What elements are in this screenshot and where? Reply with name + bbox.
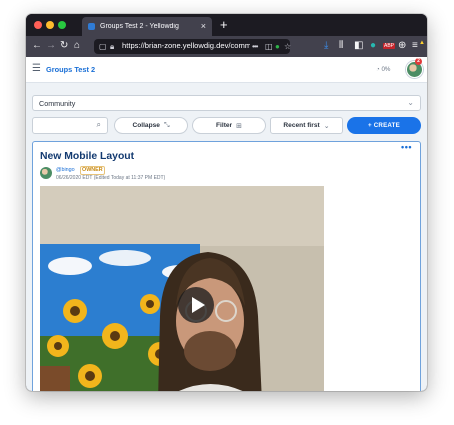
app-header: ☰ Groups Test 2 ◔ 0% 2 (26, 57, 427, 83)
search-icon[interactable]: ⌕ (97, 120, 101, 130)
url-bar[interactable]: ▢ 🔒︎ https://brian-zone.yellowdig.dev/co… (94, 39, 291, 54)
url-text[interactable]: https://brian-zone.yellowdig.dev/communi… (122, 41, 250, 50)
pocket-icon[interactable]: ◫ (265, 41, 273, 52)
community-select[interactable]: Community ⌄ (32, 95, 421, 111)
reload-icon[interactable]: ↻ (60, 40, 68, 52)
video-player[interactable] (40, 186, 324, 391)
chevron-down-icon: ⌄ (323, 122, 330, 130)
tab-strip: Groups Test 2 - Yellowdig × + (26, 14, 427, 36)
filter-button[interactable]: Filter ⊞ (192, 117, 266, 134)
post-more-icon[interactable]: ••• (401, 142, 412, 152)
tab-close-icon[interactable]: × (201, 22, 206, 31)
menu-icon[interactable]: ≡ (412, 40, 418, 52)
browser-tab[interactable]: Groups Test 2 - Yellowdig × (82, 17, 212, 36)
back-arrow-icon[interactable]: ← (32, 40, 42, 52)
lock-icon[interactable]: 🔒︎ (110, 41, 114, 52)
collapse-label: Collapse (132, 122, 160, 129)
filter-icon: ⊞ (236, 122, 242, 130)
progress-text: 0% (381, 66, 391, 73)
yellowdig-favicon-icon (88, 23, 95, 30)
hamburger-icon[interactable]: ☰ (32, 63, 41, 74)
window-minimize-button[interactable] (46, 21, 54, 29)
post-card: ••• New Mobile Layout @bingo OWNER 06/26… (32, 141, 421, 391)
adblock-badge-icon[interactable]: ABP (383, 43, 396, 49)
search-box[interactable]: ⌕ (32, 117, 108, 134)
create-button[interactable]: + CREATE (347, 117, 421, 134)
library-icon[interactable]: ⫴ (339, 40, 343, 52)
home-icon[interactable]: ⌂ (74, 40, 80, 52)
window-close-button[interactable] (34, 21, 42, 29)
sort-select[interactable]: Recent first ⌄ (270, 117, 343, 134)
page-content: ☰ Groups Test 2 ◔ 0% 2 Community ⌄ ⌕ Col… (26, 57, 427, 391)
extension-puzzle-icon[interactable]: ⊕ (398, 40, 406, 52)
play-icon[interactable] (178, 287, 214, 323)
post-title[interactable]: New Mobile Layout (40, 151, 134, 162)
notification-badge[interactable]: 2 (415, 58, 422, 65)
sort-label: Recent first (283, 122, 320, 129)
forward-arrow-icon[interactable]: → (46, 40, 56, 52)
author-avatar[interactable] (40, 167, 52, 179)
shield-icon[interactable]: ▢ (99, 41, 107, 52)
author-handle[interactable]: @bingo (56, 167, 75, 173)
community-select-value: Community (39, 99, 76, 108)
browser-window: Groups Test 2 - Yellowdig × + ← → ↻ ⌂ ▢ … (26, 14, 427, 391)
search-input[interactable] (37, 120, 87, 131)
sidebar-icon[interactable]: ◧ (354, 40, 363, 52)
progress-indicator: ◔ 0% (376, 66, 390, 73)
owner-badge: OWNER (80, 166, 105, 175)
extension-green-icon[interactable]: ● (275, 41, 280, 52)
window-maximize-button[interactable] (58, 21, 66, 29)
warning-icon: ▲ (419, 40, 425, 46)
tab-title: Groups Test 2 - Yellowdig (100, 23, 179, 30)
chevron-down-icon: ⌄ (407, 98, 414, 107)
collapse-icon: ⤡ (163, 121, 170, 129)
progress-ring-icon: ◔ (376, 66, 380, 73)
download-icon[interactable]: ⤓ (324, 40, 328, 52)
group-title[interactable]: Groups Test 2 (46, 65, 95, 74)
nav-bar: ← → ↻ ⌂ ▢ 🔒︎ https://brian-zone.yellowdi… (26, 36, 427, 57)
filter-label: Filter (216, 122, 233, 129)
page-actions-icon[interactable]: ••• (252, 41, 258, 52)
new-tab-button[interactable]: + (220, 17, 228, 33)
collapse-button[interactable]: Collapse ⤡ (114, 117, 188, 134)
extension-teal-icon[interactable]: ● (370, 40, 376, 52)
bookmark-star-icon[interactable]: ☆ (284, 41, 291, 52)
post-timestamp: 06/26/2020 EDT (Edited Today at 11:37 PM… (56, 175, 166, 181)
